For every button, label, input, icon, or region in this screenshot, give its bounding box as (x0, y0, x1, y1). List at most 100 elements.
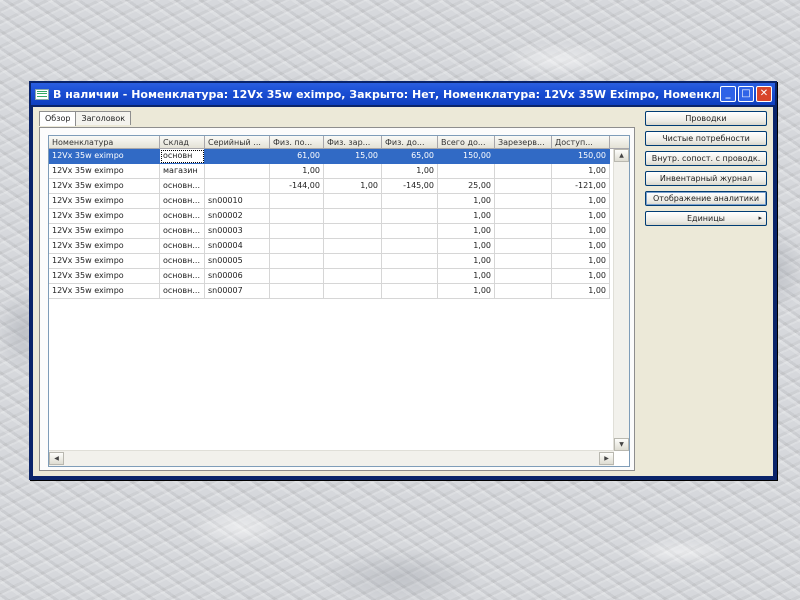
table-cell[interactable] (495, 164, 552, 179)
table-cell[interactable]: 15,00 (324, 149, 382, 164)
table-cell[interactable]: 12Vx 35w eximpo (49, 179, 160, 194)
table-row[interactable]: 12Vx 35w eximpo магазин 1,00 1,00 1,00 (49, 164, 610, 179)
table-cell[interactable]: 65,00 (382, 149, 438, 164)
table-cell[interactable]: магазин (160, 164, 205, 179)
table-row[interactable]: 12Vx 35w eximpo основн 61,00 15,00 65,00 150,… (49, 149, 610, 164)
table-cell[interactable] (324, 269, 382, 284)
table-cell[interactable]: 12Vx 35w eximpo (49, 194, 160, 209)
table-cell[interactable]: 12Vx 35w eximpo (49, 149, 160, 164)
column-header[interactable]: Серийный ... (205, 136, 270, 149)
table-cell[interactable]: основн... (160, 239, 205, 254)
dimension-display-button[interactable]: Отображение аналитики (645, 191, 767, 206)
table-row[interactable]: 12Vx 35w eximpo основн... -144,00 1,00 -145,… (49, 179, 610, 194)
close-button[interactable]: ✕ (756, 86, 772, 102)
table-cell[interactable]: основн... (160, 284, 205, 299)
table-row[interactable]: 12Vx 35w eximpo основн... sn00002 1,00 1,00 (49, 209, 610, 224)
table-cell[interactable] (205, 149, 270, 164)
table-cell[interactable] (382, 239, 438, 254)
table-cell[interactable] (270, 224, 324, 239)
table-cell[interactable]: 1,00 (438, 269, 495, 284)
table-cell[interactable]: основн... (160, 179, 205, 194)
table-cell[interactable] (270, 194, 324, 209)
table-cell[interactable] (495, 239, 552, 254)
column-header[interactable]: Физ. зар... (324, 136, 382, 149)
table-cell[interactable]: sn00004 (205, 239, 270, 254)
table-cell[interactable]: 1,00 (438, 284, 495, 299)
table-cell[interactable]: 1,00 (324, 179, 382, 194)
table-cell[interactable]: 1,00 (552, 254, 610, 269)
table-cell[interactable]: sn00010 (205, 194, 270, 209)
table-cell[interactable]: 61,00 (270, 149, 324, 164)
table-cell[interactable]: 1,00 (552, 284, 610, 299)
table-cell[interactable] (495, 284, 552, 299)
table-cell[interactable]: 12Vx 35w eximpo (49, 164, 160, 179)
table-cell[interactable]: 1,00 (552, 209, 610, 224)
units-button[interactable]: Единицы ▸ (645, 211, 767, 226)
table-cell[interactable]: 12Vx 35w eximpo (49, 224, 160, 239)
table-cell[interactable] (495, 269, 552, 284)
table-cell[interactable]: sn00003 (205, 224, 270, 239)
table-cell[interactable]: основн... (160, 194, 205, 209)
table-cell[interactable]: основн... (160, 224, 205, 239)
table-cell[interactable]: 1,00 (552, 194, 610, 209)
table-cell[interactable]: 1,00 (382, 164, 438, 179)
table-row[interactable]: 12Vx 35w eximpo основн... sn00010 1,00 1,00 (49, 194, 610, 209)
scroll-down-icon[interactable]: ▼ (614, 438, 629, 451)
scroll-right-icon[interactable]: ▶ (599, 452, 614, 465)
table-cell[interactable]: 1,00 (438, 209, 495, 224)
table-cell[interactable]: sn00007 (205, 284, 270, 299)
net-requirements-button[interactable]: Чистые потребности (645, 131, 767, 146)
table-cell[interactable]: sn00005 (205, 254, 270, 269)
table-cell[interactable]: 12Vx 35w eximpo (49, 209, 160, 224)
table-cell[interactable] (270, 269, 324, 284)
table-cell[interactable]: 1,00 (552, 269, 610, 284)
table-cell[interactable] (324, 239, 382, 254)
table-cell[interactable] (270, 239, 324, 254)
table-cell[interactable] (205, 164, 270, 179)
column-header[interactable]: Доступ... (552, 136, 610, 149)
table-row[interactable]: 12Vx 35w eximpo основн... sn00003 1,00 1,00 (49, 224, 610, 239)
table-cell[interactable]: основн... (160, 269, 205, 284)
table-cell[interactable]: основн... (160, 254, 205, 269)
table-cell[interactable] (382, 209, 438, 224)
table-cell[interactable]: основн... (160, 209, 205, 224)
table-cell[interactable]: 25,00 (438, 179, 495, 194)
internal-matching-button[interactable]: Внутр. сопост. с проводк. (645, 151, 767, 166)
column-header[interactable]: Физ. до... (382, 136, 438, 149)
inventory-grid[interactable]: Номенклатура Склад Серийный ... Физ. по... Ф… (48, 135, 630, 467)
table-cell[interactable]: основн (160, 149, 205, 164)
table-cell[interactable] (324, 284, 382, 299)
minimize-button[interactable]: _ (720, 86, 736, 102)
table-cell[interactable] (438, 164, 495, 179)
table-cell[interactable] (495, 149, 552, 164)
table-cell[interactable] (324, 194, 382, 209)
table-cell[interactable] (270, 254, 324, 269)
table-cell[interactable] (382, 284, 438, 299)
table-cell[interactable]: 12Vx 35w eximpo (49, 239, 160, 254)
table-cell[interactable] (495, 224, 552, 239)
inventory-journal-button[interactable]: Инвентарный журнал (645, 171, 767, 186)
postings-button[interactable]: Проводки (645, 111, 767, 126)
table-cell[interactable]: 1,00 (438, 254, 495, 269)
table-cell[interactable] (270, 209, 324, 224)
table-cell[interactable] (382, 224, 438, 239)
table-cell[interactable]: 1,00 (552, 164, 610, 179)
table-cell[interactable]: 150,00 (552, 149, 610, 164)
table-row[interactable]: 12Vx 35w eximpo основн... sn00007 1,00 1,00 (49, 284, 610, 299)
table-cell[interactable] (324, 164, 382, 179)
table-cell[interactable]: 1,00 (552, 239, 610, 254)
column-header[interactable]: Зарезерв... (495, 136, 552, 149)
table-cell[interactable] (495, 194, 552, 209)
table-cell[interactable] (495, 179, 552, 194)
table-cell[interactable] (205, 179, 270, 194)
table-row[interactable]: 12Vx 35w eximpo основн... sn00004 1,00 1,00 (49, 239, 610, 254)
table-cell[interactable]: 12Vx 35w eximpo (49, 284, 160, 299)
table-row[interactable]: 12Vx 35w eximpo основн... sn00006 1,00 1,00 (49, 269, 610, 284)
scroll-left-icon[interactable]: ◀ (49, 452, 64, 465)
maximize-button[interactable]: □ (738, 86, 754, 102)
tab-overview[interactable]: Обзор (39, 111, 77, 126)
column-header[interactable]: Номенклатура (49, 136, 160, 149)
tab-header[interactable]: Заголовок (75, 111, 132, 125)
table-cell[interactable] (270, 284, 324, 299)
table-cell[interactable]: 1,00 (438, 194, 495, 209)
